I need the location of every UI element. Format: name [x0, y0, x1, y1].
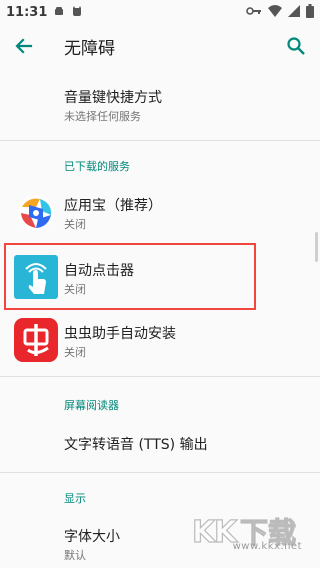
page-title: 无障碍: [64, 39, 115, 59]
highlight-box: [4, 243, 256, 310]
scrollbar[interactable]: [315, 232, 318, 262]
pref-chongchong[interactable]: 虫虫助手自动安装 关闭: [0, 316, 320, 366]
battery-icon: [306, 4, 314, 21]
pref-title: 虫虫助手自动安装: [64, 326, 176, 342]
pref-yingyongbao[interactable]: 应用宝（推荐） 关闭: [0, 188, 320, 238]
app-bar: 无障碍: [0, 24, 320, 68]
watermark-url: www.kkx.net: [232, 541, 302, 552]
yingyongbao-icon: [14, 191, 58, 235]
cat-icon: [71, 5, 83, 20]
pref-tts-output[interactable]: 文字转语音 (TTS) 输出: [0, 422, 320, 466]
kk-watermark-logo: K K 下载 www.kkx.net: [190, 510, 310, 558]
pref-summary: 未选择任何服务: [64, 110, 141, 123]
status-left-icons: [53, 5, 83, 20]
search-icon[interactable]: [286, 36, 306, 56]
pref-title: 应用宝（推荐）: [64, 198, 162, 214]
pref-volume-shortcut[interactable]: 音量键快捷方式 未选择任何服务: [0, 80, 320, 130]
back-arrow-icon[interactable]: [14, 36, 34, 56]
divider: [0, 140, 320, 141]
vpn-key-icon: [246, 4, 262, 21]
pref-title: 字体大小: [64, 529, 120, 545]
signal-icon: [288, 4, 300, 21]
category-downloaded-services: 已下载的服务: [64, 160, 130, 173]
chongchong-icon: [14, 318, 58, 362]
divider: [0, 472, 320, 473]
category-display: 显示: [64, 492, 86, 505]
status-bar: 11:31: [0, 0, 320, 24]
divider: [0, 376, 320, 377]
status-time: 11:31: [6, 4, 48, 20]
status-right-icons: [246, 4, 314, 21]
wifi-icon: [268, 4, 282, 21]
category-screen-reader: 屏幕阅读器: [64, 399, 119, 412]
pref-title: 文字转语音 (TTS) 输出: [64, 437, 208, 453]
pref-title: 音量键快捷方式: [64, 90, 162, 106]
android-icon: [53, 5, 65, 20]
pref-summary: 关闭: [64, 346, 86, 359]
pref-summary: 默认: [64, 549, 86, 562]
pref-summary: 关闭: [64, 218, 86, 231]
